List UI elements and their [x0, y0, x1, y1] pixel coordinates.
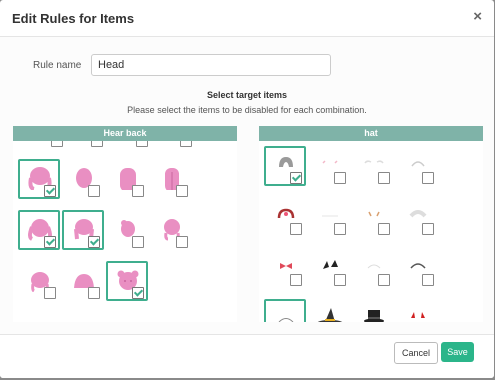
edit-rules-modal: Edit Rules for Items × Rule name Select …: [0, 0, 494, 378]
item-checkbox[interactable]: [422, 223, 434, 235]
hat-item[interactable]: [308, 197, 350, 237]
hair-back-panel: Hear back: [13, 126, 237, 322]
hat-item[interactable]: [308, 299, 350, 322]
hat-icon: [278, 318, 294, 322]
item-checkbox[interactable]: [88, 185, 100, 197]
item-checkbox[interactable]: [51, 141, 63, 147]
item-checkbox[interactable]: [91, 141, 103, 147]
save-button[interactable]: Save: [441, 342, 474, 362]
item-checkbox[interactable]: [176, 185, 188, 197]
hair-back-item[interactable]: [62, 210, 104, 250]
modal-header: Edit Rules for Items ×: [0, 0, 494, 37]
item-checkbox[interactable]: [290, 172, 302, 184]
hat-item[interactable]: [396, 299, 438, 322]
item-checkbox[interactable]: [88, 287, 100, 299]
hair-back-item[interactable]: [150, 210, 192, 250]
hair-back-item[interactable]: [62, 159, 104, 199]
hat-icon: [364, 310, 384, 322]
hat-item[interactable]: [308, 248, 350, 288]
item-checkbox[interactable]: [176, 236, 188, 248]
hat-icon: [411, 312, 425, 318]
hair-back-item-list[interactable]: [13, 141, 237, 322]
item-checkbox[interactable]: [44, 236, 56, 248]
cancel-button[interactable]: Cancel: [394, 342, 438, 364]
hat-item[interactable]: [352, 197, 394, 237]
item-checkbox[interactable]: [180, 141, 192, 147]
hair-back-item[interactable]: [18, 159, 60, 199]
hat-item[interactable]: [264, 197, 306, 237]
select-target-title: Select target items: [206, 90, 288, 100]
hair-back-item[interactable]: [18, 210, 60, 250]
hat-item[interactable]: [308, 146, 350, 186]
hair-back-item[interactable]: [62, 261, 104, 301]
hat-item[interactable]: [264, 146, 306, 186]
item-checkbox[interactable]: [132, 287, 144, 299]
hair-back-item[interactable]: [106, 210, 148, 250]
item-checkbox[interactable]: [132, 185, 144, 197]
hat-item[interactable]: [396, 197, 438, 237]
item-checkbox[interactable]: [378, 172, 390, 184]
item-checkbox[interactable]: [334, 274, 346, 286]
item-checkbox[interactable]: [378, 274, 390, 286]
hat-item[interactable]: [352, 248, 394, 288]
hat-item[interactable]: [396, 248, 438, 288]
close-icon[interactable]: ×: [473, 8, 482, 25]
item-checkbox[interactable]: [136, 141, 148, 147]
hair-back-panel-title: Hear back: [13, 126, 237, 141]
hat-icon: [317, 308, 343, 322]
hat-panel: hat: [259, 126, 483, 322]
item-checkbox[interactable]: [290, 274, 302, 286]
hat-item[interactable]: [264, 299, 306, 322]
hair-back-item[interactable]: [106, 159, 148, 199]
hair-back-item[interactable]: [150, 159, 192, 199]
hat-item-list[interactable]: [259, 141, 483, 322]
hat-item[interactable]: [352, 146, 394, 186]
item-checkbox[interactable]: [44, 185, 56, 197]
modal-footer: Cancel Save: [0, 334, 494, 378]
select-target-description: Please select the items to be disabled f…: [127, 105, 367, 115]
item-checkbox[interactable]: [88, 236, 100, 248]
item-checkbox[interactable]: [44, 287, 56, 299]
hair-back-item[interactable]: [18, 261, 60, 301]
item-checkbox[interactable]: [290, 223, 302, 235]
item-checkbox[interactable]: [132, 236, 144, 248]
modal-title: Edit Rules for Items: [12, 11, 135, 26]
hair-back-item[interactable]: [106, 261, 148, 301]
hat-item[interactable]: [396, 146, 438, 186]
modal-body: Rule name Select target items Please sel…: [0, 37, 494, 334]
rule-name-label: Rule name: [33, 60, 82, 71]
hat-panel-title: hat: [259, 126, 483, 141]
item-checkbox[interactable]: [334, 223, 346, 235]
item-checkbox[interactable]: [378, 223, 390, 235]
item-checkbox[interactable]: [334, 172, 346, 184]
rule-name-input[interactable]: [91, 54, 331, 76]
hat-item[interactable]: [352, 299, 394, 322]
hat-item[interactable]: [264, 248, 306, 288]
item-checkbox[interactable]: [422, 274, 434, 286]
item-checkbox[interactable]: [422, 172, 434, 184]
